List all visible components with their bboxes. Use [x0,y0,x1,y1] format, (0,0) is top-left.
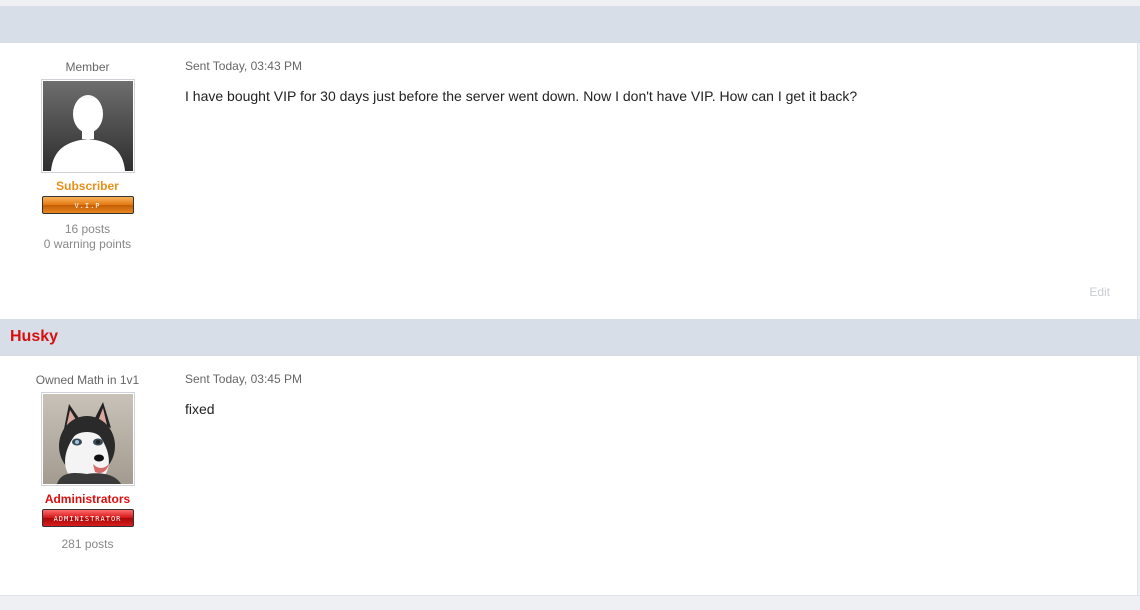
author-info: Member Subscriber V.I.P 16 posts 0 warni… [30,59,145,252]
post-content: fixed [185,401,215,417]
post-timestamp: Sent Today, 03:45 PM [185,372,302,386]
conversation-page: Member Subscriber V.I.P 16 posts 0 warni… [0,0,1140,610]
post-author[interactable]: Husky [10,328,58,346]
group-name: Subscriber [56,179,119,193]
post-content: I have bought VIP for 30 days just befor… [185,88,858,104]
user-title: Owned Math in 1v1 [35,373,140,387]
husky-avatar-icon[interactable] [40,392,135,486]
post-timestamp: Sent Today, 03:43 PM [185,59,302,73]
post-header [0,6,1140,43]
post-body: Owned Math in 1v1 Administrators ADMINIS… [0,356,1138,595]
administrator-badge: ADMINISTRATOR [41,509,134,527]
author-info: Owned Math in 1v1 Administrators ADMINIS… [30,372,145,552]
edit-link[interactable]: Edit [1089,285,1110,299]
user-title: Member [65,60,110,74]
post-header: Husky [0,319,1140,356]
post-count: 16 posts [64,222,111,236]
vip-badge: V.I.P [41,196,134,214]
warning-points: 0 warning points [43,237,132,251]
page-footer-strip [0,595,1140,610]
post-body: Member Subscriber V.I.P 16 posts 0 warni… [0,43,1138,319]
group-name: Administrators [44,492,131,506]
post-count: 281 posts [61,537,114,551]
silhouette-avatar-icon[interactable] [40,79,135,173]
